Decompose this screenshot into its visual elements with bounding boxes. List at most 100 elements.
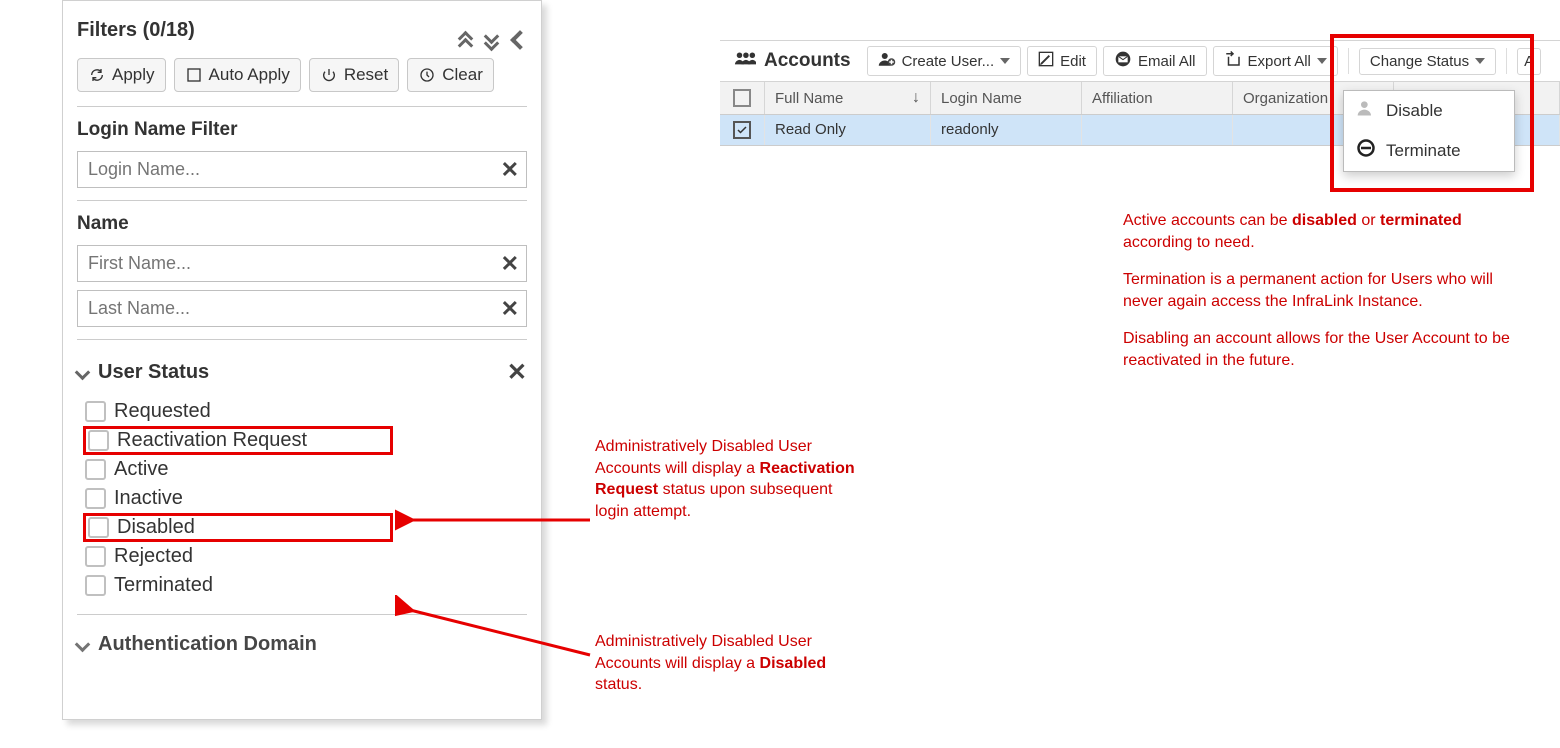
divider bbox=[1348, 48, 1349, 74]
col-login-name[interactable]: Login Name bbox=[931, 82, 1082, 114]
anno-text: Termination is a permanent action for Us… bbox=[1123, 269, 1533, 312]
clear-label: Clear bbox=[442, 65, 483, 85]
checkbox-icon[interactable] bbox=[85, 401, 106, 422]
export-icon bbox=[1224, 51, 1242, 71]
anno-text: terminated bbox=[1380, 212, 1462, 229]
menu-disable[interactable]: Disable bbox=[1344, 91, 1514, 130]
clear-login-icon[interactable]: ✕ bbox=[501, 157, 519, 183]
status-terminated[interactable]: Terminated bbox=[83, 571, 527, 600]
chevron-down-icon bbox=[77, 633, 88, 656]
export-all-label: Export All bbox=[1248, 53, 1311, 70]
caret-down-icon bbox=[1317, 58, 1327, 64]
checkbox-icon[interactable] bbox=[88, 517, 109, 538]
caret-down-icon bbox=[1000, 58, 1010, 64]
email-all-button[interactable]: Email All bbox=[1103, 46, 1207, 76]
chevron-down-icon bbox=[77, 361, 88, 384]
menu-terminate-label: Terminate bbox=[1386, 141, 1461, 161]
checkbox-icon[interactable] bbox=[85, 546, 106, 567]
more-label: A bbox=[1524, 53, 1534, 70]
divider bbox=[1506, 48, 1507, 74]
user-status-list: Requested Reactivation Request Active In… bbox=[83, 397, 527, 600]
status-rejected[interactable]: Rejected bbox=[83, 542, 527, 571]
auth-domain-section[interactable]: Authentication Domain bbox=[77, 633, 527, 656]
cell-affiliation bbox=[1082, 115, 1233, 145]
anno-text: Disabling an account allows for the User… bbox=[1123, 328, 1533, 371]
change-status-button[interactable]: Change Status bbox=[1359, 48, 1496, 75]
sort-down-icon: ↓ bbox=[912, 89, 920, 107]
row-checkbox[interactable] bbox=[720, 115, 765, 145]
menu-disable-label: Disable bbox=[1386, 101, 1443, 121]
export-all-button[interactable]: Export All bbox=[1213, 46, 1338, 76]
filters-panel: Filters (0/18) Apply bbox=[62, 0, 542, 720]
caret-down-icon bbox=[1475, 58, 1485, 64]
status-requested[interactable]: Requested bbox=[83, 397, 527, 426]
login-name-input[interactable] bbox=[77, 151, 527, 188]
checkbox-icon[interactable] bbox=[85, 575, 106, 596]
clear-button[interactable]: Clear bbox=[407, 58, 494, 92]
status-label: Inactive bbox=[114, 487, 183, 510]
cell-full-name: Read Only bbox=[765, 115, 931, 145]
filters-title: Filters (0/18) bbox=[77, 19, 195, 42]
change-status-menu: Disable Terminate bbox=[1343, 90, 1515, 172]
col-label: Full Name bbox=[775, 90, 843, 107]
status-reactivation[interactable]: Reactivation Request bbox=[83, 426, 393, 455]
accounts-toolbar: Accounts Create User... Edit Email All bbox=[720, 40, 1560, 82]
cell-login: readonly bbox=[931, 115, 1082, 145]
first-name-input[interactable] bbox=[77, 245, 527, 282]
anno-text: according to need. bbox=[1123, 234, 1255, 251]
mail-icon bbox=[1114, 51, 1132, 71]
apply-button[interactable]: Apply bbox=[77, 58, 166, 92]
user-plus-icon bbox=[878, 51, 896, 71]
status-active[interactable]: Active bbox=[83, 455, 527, 484]
refresh-icon bbox=[88, 66, 106, 84]
checkbox-icon[interactable] bbox=[85, 488, 106, 509]
accounts-title-text: Accounts bbox=[764, 50, 851, 72]
name-label: Name bbox=[77, 213, 527, 235]
status-label: Terminated bbox=[114, 574, 213, 597]
annotation-right: Active accounts can be disabled or termi… bbox=[1123, 210, 1533, 372]
anno-text: or bbox=[1357, 212, 1380, 229]
status-label: Active bbox=[114, 458, 168, 481]
col-label: Login Name bbox=[941, 90, 1022, 107]
edit-label: Edit bbox=[1060, 53, 1086, 70]
user-disable-icon bbox=[1356, 99, 1376, 122]
auto-apply-button[interactable]: Auto Apply bbox=[174, 58, 301, 92]
clear-user-status-icon[interactable]: ✕ bbox=[507, 358, 527, 387]
anno-text: status. bbox=[595, 676, 642, 693]
edit-button[interactable]: Edit bbox=[1027, 46, 1097, 76]
reset-button[interactable]: Reset bbox=[309, 58, 399, 92]
annotation-reactivation: Administratively Disabled User Accounts … bbox=[595, 436, 855, 522]
user-status-section[interactable]: User Status ✕ bbox=[77, 358, 527, 387]
power-icon bbox=[320, 66, 338, 84]
col-label: Organization bbox=[1243, 90, 1328, 107]
create-user-button[interactable]: Create User... bbox=[867, 46, 1022, 76]
more-button[interactable]: A bbox=[1517, 48, 1541, 75]
status-inactive[interactable]: Inactive bbox=[83, 484, 527, 513]
col-affiliation[interactable]: Affiliation bbox=[1082, 82, 1233, 114]
clear-first-name-icon[interactable]: ✕ bbox=[501, 251, 519, 277]
auto-apply-label: Auto Apply bbox=[209, 65, 290, 85]
create-user-label: Create User... bbox=[902, 53, 995, 70]
terminate-icon bbox=[1356, 138, 1376, 163]
last-name-input[interactable] bbox=[77, 290, 527, 327]
status-label: Reactivation Request bbox=[117, 429, 307, 452]
status-disabled[interactable]: Disabled bbox=[83, 513, 393, 542]
anno-text: Active accounts can be bbox=[1123, 212, 1292, 229]
clear-last-name-icon[interactable]: ✕ bbox=[501, 296, 519, 322]
checkbox-icon bbox=[185, 66, 203, 84]
accounts-title: Accounts bbox=[724, 46, 861, 76]
status-label: Rejected bbox=[114, 545, 193, 568]
checkbox-icon[interactable] bbox=[85, 459, 106, 480]
menu-terminate[interactable]: Terminate bbox=[1344, 130, 1514, 171]
change-status-label: Change Status bbox=[1370, 53, 1469, 70]
col-full-name[interactable]: Full Name ↓ bbox=[765, 82, 931, 114]
select-all-checkbox[interactable] bbox=[720, 82, 765, 114]
status-label: Requested bbox=[114, 400, 211, 423]
checkbox-icon[interactable] bbox=[88, 430, 109, 451]
filter-action-row: Apply Auto Apply Reset Clear bbox=[77, 58, 527, 92]
clock-icon bbox=[418, 66, 436, 84]
annotation-disabled: Administratively Disabled User Accounts … bbox=[595, 631, 855, 696]
filters-header: Filters (0/18) bbox=[77, 19, 527, 42]
anno-text: Disabled bbox=[760, 655, 827, 672]
users-icon bbox=[734, 50, 756, 72]
